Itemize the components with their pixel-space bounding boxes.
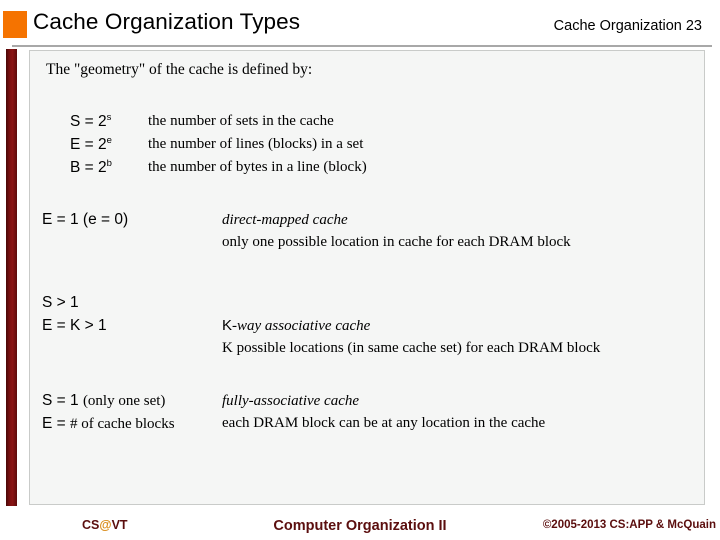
case-condition-line1-sans: S = 1	[42, 392, 83, 409]
case-condition-line1: S > 1	[42, 294, 79, 311]
intro-text: The "geometry" of the cache is defined b…	[46, 61, 313, 78]
case-detail: K possible locations (in same cache set)…	[222, 340, 601, 356]
slide-header: Cache Organization Types Cache Organizat…	[0, 0, 720, 48]
case-condition: E = 1 (e = 0)	[42, 211, 129, 228]
definition-row: S = 2s the number of sets in the cache	[30, 113, 704, 135]
definition-description: the number of bytes in a line (block)	[148, 159, 367, 175]
case-condition-line2: E = K > 1	[42, 317, 107, 334]
definition-symbol-exponent: s	[106, 111, 112, 123]
case-name-upright: K	[222, 317, 233, 334]
case-name: fully-associative cache	[222, 392, 359, 410]
case-name: direct-mapped cache	[222, 211, 348, 229]
definition-symbol-base: B = 2	[70, 159, 107, 176]
definition-symbol: E = 2e	[70, 136, 112, 154]
case-condition-line1: S = 1 (only one set)	[42, 392, 165, 410]
left-accent-bar	[6, 49, 17, 506]
case-name-italic: direct-mapped cache	[222, 212, 348, 228]
case-condition-line1-serif: (only one set)	[82, 393, 166, 409]
case-name-italic: fully-associative cache	[222, 393, 360, 409]
slide-footer: CS@VT Computer Organization II ©2005-201…	[0, 506, 720, 540]
definition-symbol: S = 2s	[70, 113, 111, 131]
definition-row: B = 2b the number of bytes in a line (bl…	[30, 159, 704, 181]
case-condition-line2-serif: # of cache blocks	[70, 416, 175, 432]
footer-copyright: ©2005-2013 CS:APP & McQuain	[542, 519, 716, 531]
definition-row: E = 2e the number of lines (blocks) in a…	[30, 136, 704, 158]
case-name-italic: -way associative cache	[232, 318, 371, 334]
slide-content-panel: The "geometry" of the cache is defined b…	[29, 50, 705, 505]
case-detail: only one possible location in cache for …	[222, 234, 571, 250]
case-condition-line2-sans: E =	[42, 415, 71, 432]
definition-symbol-exponent: e	[106, 134, 112, 146]
case-condition-line2: E = # of cache blocks	[42, 415, 175, 433]
definition-description: the number of sets in the cache	[148, 113, 334, 129]
definition-symbol-exponent: b	[106, 157, 112, 169]
case-name: K-way associative cache	[222, 317, 370, 335]
definition-description: the number of lines (blocks) in a set	[148, 136, 364, 152]
header-divider	[12, 45, 712, 47]
definition-symbol-base: E = 2	[70, 136, 107, 153]
orange-accent-square	[3, 11, 27, 38]
definition-symbol: B = 2b	[70, 159, 112, 177]
definition-symbol-base: S = 2	[70, 113, 107, 130]
header-section-label: Cache Organization 23	[553, 18, 702, 34]
page-title: Cache Organization Types	[33, 9, 301, 34]
case-detail: each DRAM block can be at any location i…	[222, 415, 546, 431]
